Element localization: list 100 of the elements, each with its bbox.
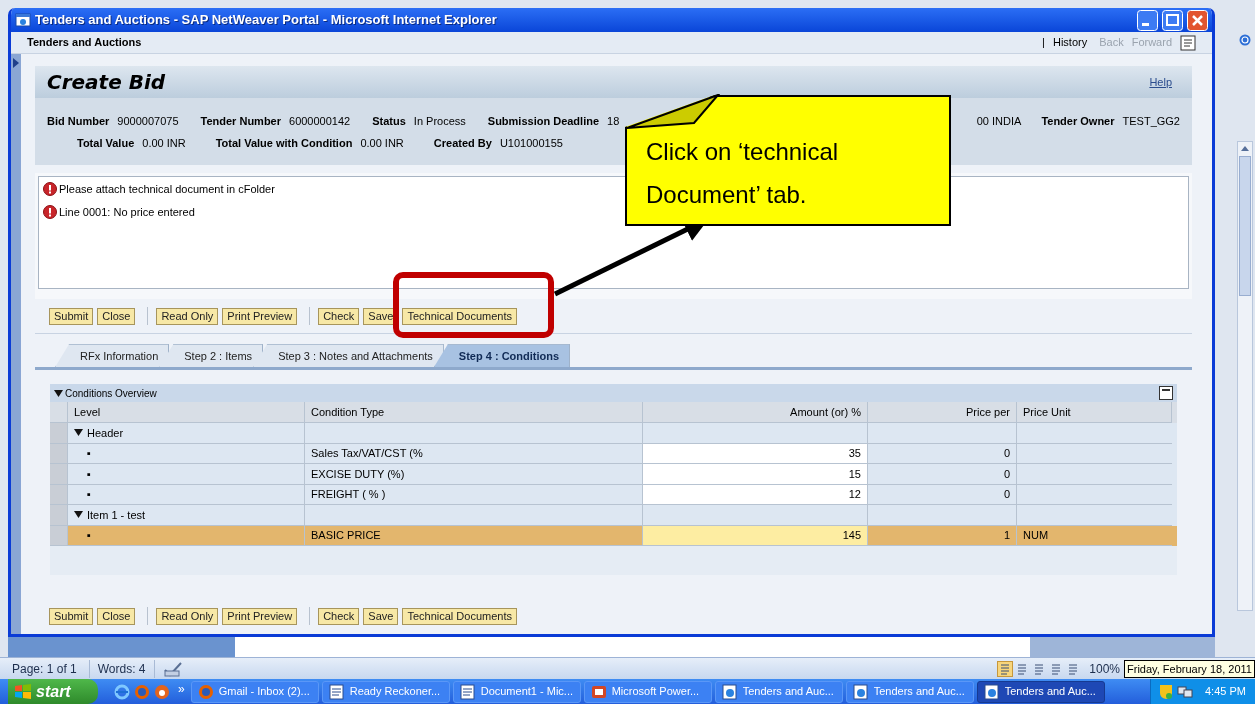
table-cell-text: 0 bbox=[1003, 446, 1010, 462]
toolbar-button[interactable]: Print Preview bbox=[222, 607, 298, 625]
app-icon[interactable] bbox=[154, 683, 170, 700]
minimize-icon[interactable] bbox=[1159, 386, 1173, 401]
table-row[interactable]: Item 1 - test bbox=[50, 505, 1177, 526]
toolbar-button[interactable]: Technical Documents bbox=[402, 607, 517, 625]
taskbar-button[interactable]: Gmail - Inbox (2)... bbox=[190, 680, 319, 703]
toolbar-button[interactable]: Close bbox=[97, 607, 136, 625]
browser-icon bbox=[983, 683, 1000, 700]
document-icon bbox=[459, 683, 476, 700]
expand-icon[interactable] bbox=[13, 58, 19, 68]
field-value: TEST_GG2 bbox=[1122, 114, 1180, 129]
network-icon[interactable] bbox=[1177, 683, 1193, 700]
print-layout-icon[interactable] bbox=[997, 660, 1014, 677]
toolbar-button[interactable]: Print Preview bbox=[222, 307, 298, 325]
proofing-icon[interactable] bbox=[162, 660, 183, 677]
toolbar-button[interactable]: Technical Documents bbox=[402, 307, 517, 325]
amount-field[interactable]: 12 bbox=[643, 484, 868, 506]
row-selector[interactable] bbox=[50, 525, 68, 547]
taskbar-button[interactable]: Microsoft Power... bbox=[583, 680, 712, 703]
scroll-up-icon[interactable] bbox=[1240, 144, 1250, 152]
separator-text: | bbox=[1042, 35, 1045, 51]
taskbar-button[interactable]: Document1 - Mic... bbox=[452, 680, 581, 703]
field-value: U101000155 bbox=[499, 135, 563, 151]
toolbar-button[interactable]: Submit bbox=[49, 307, 94, 325]
amount-field[interactable]: 15 bbox=[643, 464, 868, 485]
tab[interactable]: Step 3 : Notes and Attachments bbox=[253, 344, 444, 368]
tab[interactable]: Step 4 : Conditions bbox=[433, 344, 571, 368]
field-value: 00 INDIA bbox=[976, 114, 1022, 129]
globe-icon bbox=[197, 683, 214, 700]
table-cell-text: EXCISE DUTY (%) bbox=[311, 466, 405, 482]
amount-field[interactable]: 145 bbox=[643, 525, 868, 547]
field-label: Tender Number bbox=[200, 114, 281, 129]
toolbar-button[interactable]: Submit bbox=[49, 607, 94, 625]
tooltip: Friday, February 18, 2011 bbox=[1124, 660, 1255, 678]
field-label: Total Value bbox=[77, 135, 135, 151]
field-label: Tender Owner bbox=[1041, 114, 1115, 129]
folded-corner-icon bbox=[625, 94, 720, 130]
browser-icon bbox=[852, 683, 869, 700]
word-count: Words: 4 bbox=[89, 659, 155, 678]
field-value: 6000000142 bbox=[289, 114, 351, 129]
bullet-text: ▪ bbox=[87, 487, 91, 503]
taskbar-button[interactable]: Tenders and Auc... bbox=[976, 680, 1105, 703]
toolbar-button[interactable]: Close bbox=[97, 307, 136, 325]
table-cell-text: FREIGHT ( % ) bbox=[311, 487, 386, 503]
history-link[interactable]: History bbox=[1052, 34, 1088, 51]
portal-title: Tenders and Auctions bbox=[27, 35, 143, 51]
table-row[interactable]: Header bbox=[50, 423, 1177, 444]
taskbar-button[interactable]: Tenders and Auc... bbox=[845, 680, 974, 703]
bullet-text: ▪ bbox=[87, 446, 91, 462]
tab[interactable]: Step 2 : Items bbox=[159, 344, 264, 368]
table-row[interactable]: ▪ FREIGHT ( % ) 12 0 bbox=[50, 484, 1177, 506]
table-cell-text: 0 bbox=[1003, 487, 1010, 503]
message-text: Please attach technical document in cFolder bbox=[59, 182, 275, 197]
tab[interactable]: RFx Information bbox=[55, 344, 170, 368]
collapse-icon[interactable] bbox=[74, 510, 83, 520]
toolbar-button[interactable]: Check bbox=[318, 607, 360, 625]
clock: 4:45 PM bbox=[1205, 684, 1246, 700]
toolbar-button[interactable]: Check bbox=[318, 307, 360, 325]
taskbar-button[interactable]: Tenders and Auc... bbox=[714, 680, 843, 703]
table-row[interactable]: ▪ Sales Tax/VAT/CST (% 35 0 bbox=[50, 443, 1177, 465]
toolbar-button[interactable]: Read Only bbox=[156, 307, 219, 325]
collapse-icon[interactable] bbox=[54, 388, 63, 398]
field-value: In Process bbox=[413, 114, 466, 129]
table-cell-text: NUM bbox=[1023, 528, 1049, 544]
browser-icon[interactable] bbox=[114, 683, 130, 700]
maximize-icon[interactable] bbox=[1162, 9, 1183, 31]
zoom-level: 100% bbox=[1089, 660, 1120, 678]
field-label: Bid Number bbox=[47, 114, 110, 129]
amount-field[interactable]: 35 bbox=[643, 443, 868, 465]
field-label: Total Value with Condition bbox=[215, 135, 353, 151]
slides-icon bbox=[590, 683, 607, 700]
bullet-text: ▪ bbox=[87, 528, 91, 544]
toolbar-button[interactable]: Read Only bbox=[156, 607, 219, 625]
tree-node-label: Header bbox=[87, 425, 124, 441]
table-cell-text: 0 bbox=[1003, 466, 1010, 482]
selected-row[interactable]: ▪ BASIC PRICE 145 1 NUM bbox=[50, 525, 1177, 547]
menu-icon[interactable] bbox=[1180, 34, 1196, 51]
bullet-text: ▪ bbox=[87, 466, 91, 482]
help-link[interactable]: Help bbox=[1149, 73, 1172, 91]
scroll-thumb[interactable] bbox=[1239, 156, 1251, 296]
toolbar-button[interactable]: Save bbox=[363, 607, 399, 625]
field-value: 0.00 INR bbox=[360, 135, 404, 151]
field-label: Submission Deadline bbox=[487, 114, 600, 129]
field-value: 0.00 INR bbox=[142, 135, 186, 151]
close-icon[interactable] bbox=[1187, 9, 1208, 31]
collapse-icon[interactable] bbox=[74, 428, 83, 438]
panel-title: Conditions Overview bbox=[65, 386, 158, 401]
scrollbar[interactable] bbox=[1237, 141, 1253, 611]
table-cell-text: BASIC PRICE bbox=[311, 528, 381, 544]
table-row[interactable]: ▪ EXCISE DUTY (%) 15 0 bbox=[50, 464, 1177, 485]
taskbar-button[interactable]: Ready Reckoner... bbox=[321, 680, 450, 703]
table-cell-text: Sales Tax/VAT/CST (% bbox=[311, 446, 423, 462]
help-icon[interactable] bbox=[1239, 34, 1251, 46]
page-count: Page: 1 of 1 bbox=[0, 659, 90, 678]
table-cell-text: 1 bbox=[1003, 528, 1010, 544]
window-title: Tenders and Auctions - SAP NetWeaver Portal - Microsoft Internet Explorer bbox=[35, 11, 498, 30]
page-icon bbox=[15, 12, 31, 28]
overflow-chevron[interactable]: » bbox=[178, 679, 185, 698]
shield-icon[interactable] bbox=[1159, 683, 1173, 700]
